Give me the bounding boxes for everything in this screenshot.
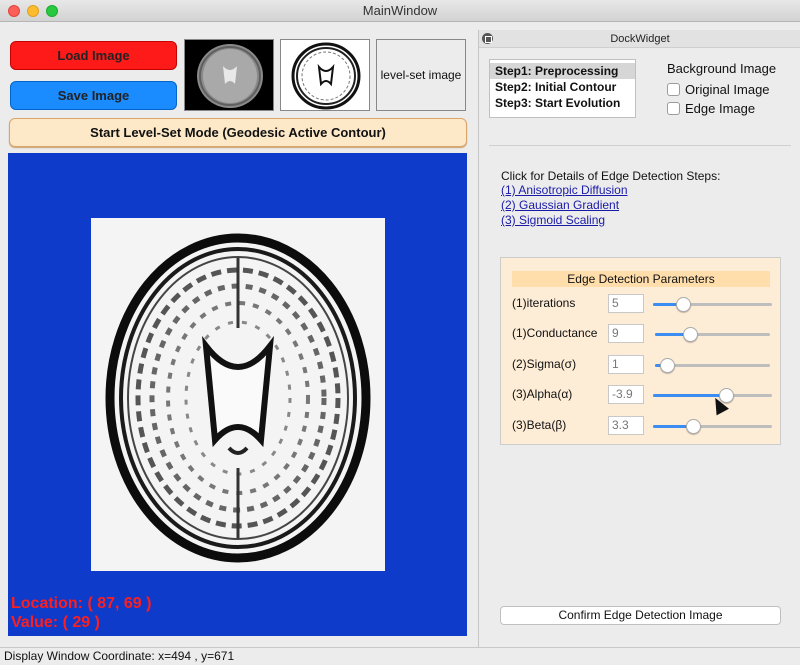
dock-title-bar: DockWidget	[479, 30, 800, 48]
param-row-beta: (3)Beta(β) 3.3	[512, 416, 774, 436]
edge-image-label: Edge Image	[685, 101, 756, 116]
step-item-preprocessing[interactable]: Step1: Preprocessing	[490, 63, 635, 79]
edge-image-checkbox[interactable]	[667, 102, 680, 115]
conductance-field[interactable]: 9	[608, 324, 644, 343]
display-window[interactable]: Location: ( 87, 69 ) Value: ( 29 )	[8, 153, 467, 636]
edge-image-view[interactable]	[91, 218, 385, 571]
original-image-thumbnail[interactable]	[184, 39, 274, 111]
param-label: (1)Conductance	[512, 326, 598, 340]
param-row-alpha: (3)Alpha(α) -3.9	[512, 385, 774, 405]
param-label: (2)Sigma(σ)	[512, 357, 577, 371]
alpha-slider[interactable]	[653, 388, 772, 403]
alpha-field[interactable]: -3.9	[608, 385, 644, 404]
steps-list[interactable]: Step1: Preprocessing Step2: Initial Cont…	[489, 59, 636, 118]
title-bar: MainWindow	[0, 0, 800, 22]
save-image-button[interactable]: Save Image	[10, 81, 177, 110]
link-sigmoid-scaling[interactable]: (3) Sigmoid Scaling	[501, 213, 605, 227]
original-image-option[interactable]: Original Image	[667, 82, 770, 97]
brain-edge-image-icon	[91, 218, 385, 571]
background-image-title: Background Image	[667, 61, 777, 76]
brain-edge-thumbnail-icon	[281, 40, 369, 110]
slider-handle[interactable]	[682, 327, 698, 342]
value-readout: Value: ( 29 )	[11, 614, 100, 631]
link-anisotropic-diffusion[interactable]: (1) Anisotropic Diffusion	[501, 183, 628, 197]
param-label: (3)Alpha(α)	[512, 387, 573, 401]
dock-widget: DockWidget Step1: Preprocessing Step2: I…	[478, 30, 800, 647]
param-label: (3)Beta(β)	[512, 418, 567, 432]
brain-mri-thumbnail-icon	[185, 40, 273, 110]
dock-title: DockWidget	[610, 33, 670, 45]
divider	[489, 145, 791, 146]
confirm-edge-detection-button[interactable]: Confirm Edge Detection Image	[500, 606, 781, 625]
slider-handle[interactable]	[675, 297, 691, 312]
edge-image-option[interactable]: Edge Image	[667, 101, 755, 116]
param-row-sigma: (2)Sigma(σ) 1	[512, 355, 774, 375]
sigma-slider[interactable]	[655, 358, 770, 373]
status-bar: Display Window Coordinate: x=494 , y=671	[0, 647, 800, 665]
original-image-label: Original Image	[685, 82, 770, 97]
sigma-field[interactable]: 1	[608, 355, 644, 374]
conductance-slider[interactable]	[655, 327, 770, 342]
slider-handle[interactable]	[686, 419, 702, 434]
dock-float-icon[interactable]	[482, 33, 493, 44]
step-item-start-evolution[interactable]: Step3: Start Evolution	[490, 95, 635, 111]
edge-detection-parameters-panel: Edge Detection Parameters (1)iterations …	[500, 257, 781, 445]
level-set-image-label: level-set image	[380, 68, 462, 82]
iterations-slider[interactable]	[653, 297, 772, 312]
slider-handle[interactable]	[659, 358, 675, 373]
param-label: (1)iterations	[512, 296, 576, 310]
param-row-conductance: (1)Conductance 9	[512, 324, 774, 344]
step-item-initial-contour[interactable]: Step2: Initial Contour	[490, 79, 635, 95]
load-image-button[interactable]: Load Image	[10, 41, 177, 70]
beta-slider[interactable]	[653, 419, 772, 434]
link-gaussian-gradient[interactable]: (2) Gaussian Gradient	[501, 198, 619, 212]
original-image-checkbox[interactable]	[667, 83, 680, 96]
params-title: Edge Detection Parameters	[512, 271, 770, 287]
window-title: MainWindow	[362, 3, 438, 18]
slider-fill	[653, 394, 726, 397]
location-readout: Location: ( 87, 69 )	[11, 595, 152, 612]
start-level-set-button[interactable]: Start Level-Set Mode (Geodesic Active Co…	[9, 118, 467, 147]
details-heading: Click for Details of Edge Detection Step…	[501, 169, 721, 183]
iterations-field[interactable]: 5	[608, 294, 644, 313]
param-row-iterations: (1)iterations 5	[512, 294, 774, 314]
edge-image-thumbnail[interactable]	[280, 39, 370, 111]
beta-field[interactable]: 3.3	[608, 416, 644, 435]
level-set-image-thumbnail[interactable]: level-set image	[376, 39, 466, 111]
